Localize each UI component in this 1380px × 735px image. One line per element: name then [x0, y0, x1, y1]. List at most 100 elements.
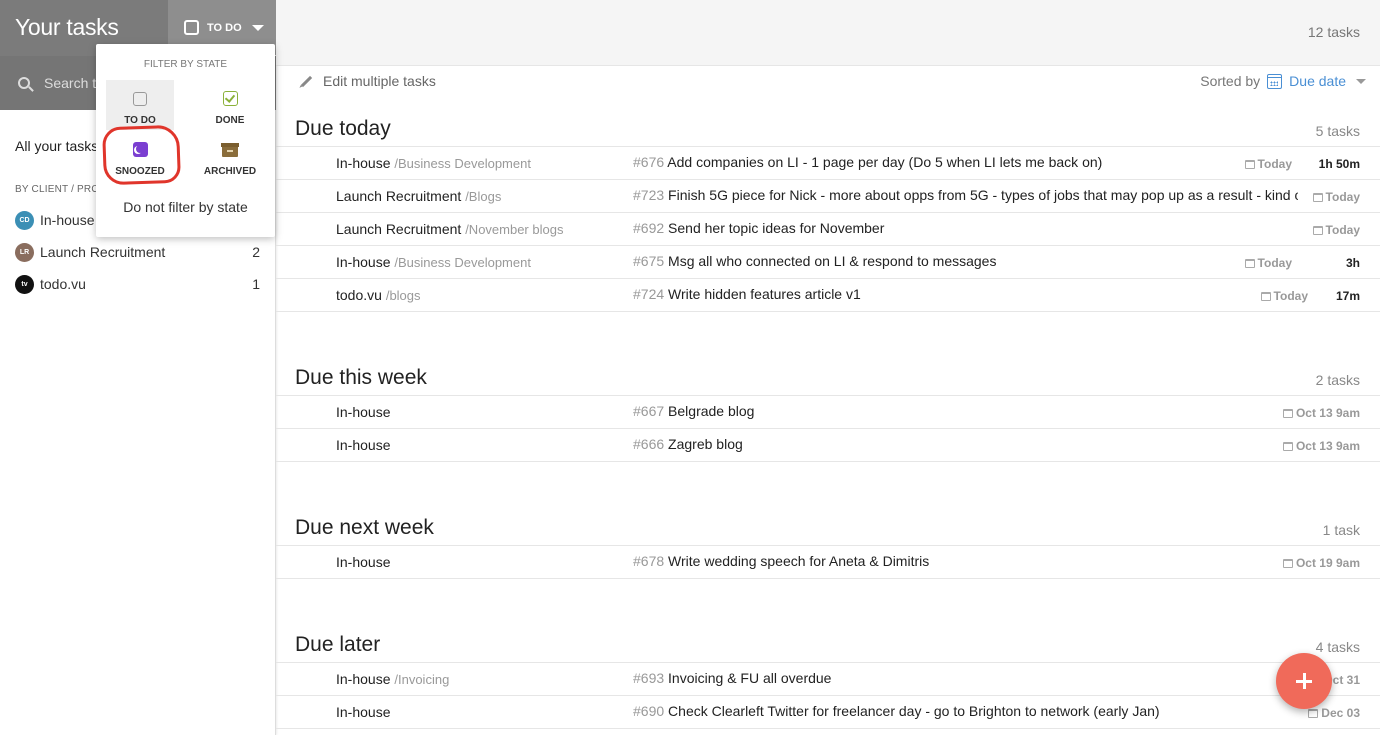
task-client: Launch Recruitment /Blogs [336, 188, 501, 204]
filter-option-label: DONE [215, 115, 245, 126]
task-project: /blogs [385, 288, 421, 303]
task-row[interactable]: Launch Recruitment /Blogs #723 Finish 5G … [276, 180, 1380, 213]
task-row[interactable]: todo.vu /blogs #724 Write hidden features… [276, 279, 1380, 312]
task-client-name: Launch Recruitment [336, 221, 462, 237]
section-count: 4 tasks [1315, 639, 1360, 655]
task-name: Write wedding speech for Aneta & Dimitri… [668, 553, 930, 569]
add-task-button[interactable] [1276, 653, 1332, 709]
filter-option-archived[interactable]: ARCHIVED [196, 131, 264, 181]
task-client-name: In-house [336, 437, 391, 453]
client-avatar: CD [15, 210, 34, 230]
edit-multiple-button[interactable]: Edit multiple tasks [300, 73, 436, 89]
task-number: #676 [633, 154, 665, 170]
section-header: Due today 5 tasks [276, 113, 1380, 147]
task-title[interactable]: #724 Write hidden features article v1 [633, 286, 1298, 302]
task-row[interactable]: In-house #678 Write wedding speech for A… [276, 546, 1380, 579]
task-due-date: Oct 13 9am [1282, 439, 1360, 453]
filter-option-label: ARCHIVED [203, 166, 257, 177]
archive-box-icon [221, 143, 239, 157]
task-row[interactable]: In-house /Business Development #676 Add c… [276, 147, 1380, 180]
search-placeholder: Search t [44, 75, 97, 91]
by-client-heading: BY CLIENT / PRO [15, 184, 100, 195]
filter-option-label: TO DO [124, 115, 156, 126]
caret-down-icon [251, 24, 264, 31]
toolbar: Edit multiple tasks Sorted by Due date [276, 66, 1380, 98]
client-count: 2 [252, 244, 260, 260]
task-duration: 17m [1335, 289, 1360, 303]
task-name: Invoicing & FU all overdue [668, 670, 832, 686]
task-duration: 3h [1345, 256, 1360, 270]
task-due-date: Dec 03 [1308, 706, 1360, 720]
task-row[interactable]: In-house #666 Zagreb blog Oct 13 9am [276, 429, 1380, 462]
task-number: #692 [633, 220, 665, 236]
task-client-name: In-house [336, 155, 391, 171]
section-header: Due this week 2 tasks [276, 362, 1380, 396]
task-client-name: Launch Recruitment [336, 188, 462, 204]
task-row[interactable]: In-house #667 Belgrade blog Oct 13 9am [276, 396, 1380, 429]
state-filter-label: TO DO [207, 21, 242, 34]
client-item-todo-vu[interactable]: tv todo.vu 1 [15, 274, 260, 294]
client-item-launch-recruitment[interactable]: LR Launch Recruitment 2 [15, 242, 260, 262]
task-client: In-house [336, 704, 390, 720]
calendar-icon [1260, 291, 1271, 301]
task-row[interactable]: In-house /Business Development #675 Msg a… [276, 246, 1380, 279]
filter-option-done[interactable]: DONE [196, 80, 264, 130]
task-title[interactable]: #690 Check Clearleft Twitter for freelan… [633, 703, 1298, 719]
task-row[interactable]: Launch Recruitment /November blogs #692 S… [276, 213, 1380, 246]
task-client-name: todo.vu [336, 287, 382, 303]
task-section: Due next week 1 task In-house #678 Write w… [276, 512, 1380, 579]
task-row[interactable]: In-house /Invoicing #693 Invoicing & FU a… [276, 663, 1380, 696]
client-count: 1 [252, 276, 260, 292]
task-title[interactable]: #675 Msg all who connected on LI & respo… [633, 253, 1298, 269]
caret-down-icon [1356, 78, 1366, 84]
task-due-label: Today [1273, 289, 1308, 303]
calendar-icon [1244, 159, 1255, 169]
task-title[interactable]: #667 Belgrade blog [633, 403, 1298, 419]
all-tasks-link[interactable]: All your tasks [15, 138, 98, 154]
checkbox-checked-icon [222, 91, 238, 106]
red-highlight-annotation [102, 124, 181, 186]
checkbox-empty-icon [133, 92, 147, 106]
task-client-name: In-house [336, 671, 391, 687]
task-title[interactable]: #723 Finish 5G piece for Nick - more abo… [633, 187, 1298, 203]
task-client: In-house [336, 437, 390, 453]
task-section: Due later 4 tasks In-house /Invoicing #693 … [276, 629, 1380, 729]
sort-control[interactable]: Sorted by Due date [1200, 73, 1366, 89]
client-avatar: tv [15, 274, 34, 294]
task-client: In-house /Business Development [336, 254, 531, 270]
filter-option-todo[interactable]: TO DO [106, 80, 174, 130]
task-number: #678 [633, 553, 665, 569]
task-name: Msg all who connected on LI & respond to… [668, 253, 997, 269]
task-title[interactable]: #678 Write wedding speech for Aneta & Di… [633, 553, 1298, 569]
calendar-icon [1282, 441, 1293, 451]
task-client: Launch Recruitment /November blogs [336, 221, 563, 237]
calendar-icon [1244, 258, 1255, 268]
task-client: todo.vu /blogs [336, 287, 421, 303]
task-row[interactable]: In-house #690 Check Clearleft Twitter fo… [276, 696, 1380, 729]
client-name: todo.vu [40, 276, 86, 292]
client-name: Launch Recruitment [40, 244, 166, 260]
task-number: #675 [633, 253, 665, 269]
section-count: 5 tasks [1315, 123, 1360, 139]
task-title[interactable]: #692 Send her topic ideas for November [633, 220, 1298, 236]
task-due-date: Today [1312, 223, 1360, 237]
task-name: Write hidden features article v1 [668, 286, 861, 302]
task-name: Zagreb blog [668, 436, 743, 452]
task-name: Add companies on LI - 1 page per day (Do… [667, 154, 1103, 170]
client-name: In-house [40, 212, 95, 228]
task-title[interactable]: #666 Zagreb blog [633, 436, 1298, 452]
task-title[interactable]: #693 Invoicing & FU all overdue [633, 670, 1298, 686]
no-filter-option[interactable]: Do not filter by state [96, 199, 275, 215]
task-due-date: Today [1244, 157, 1292, 171]
task-project: /Business Development [394, 156, 531, 171]
task-name: Send her topic ideas for November [668, 220, 885, 236]
task-client: In-house [336, 404, 390, 420]
task-due-label: Oct 13 9am [1295, 406, 1360, 420]
task-title[interactable]: #676 Add companies on LI - 1 page per da… [633, 154, 1298, 170]
task-project: /November blogs [465, 222, 564, 237]
plus-icon [1296, 673, 1312, 689]
sort-value: Due date [1289, 73, 1346, 89]
sorted-by-label: Sorted by [1200, 73, 1261, 89]
task-duration: 1h 50m [1318, 157, 1360, 171]
section-header: Due next week 1 task [276, 512, 1380, 546]
